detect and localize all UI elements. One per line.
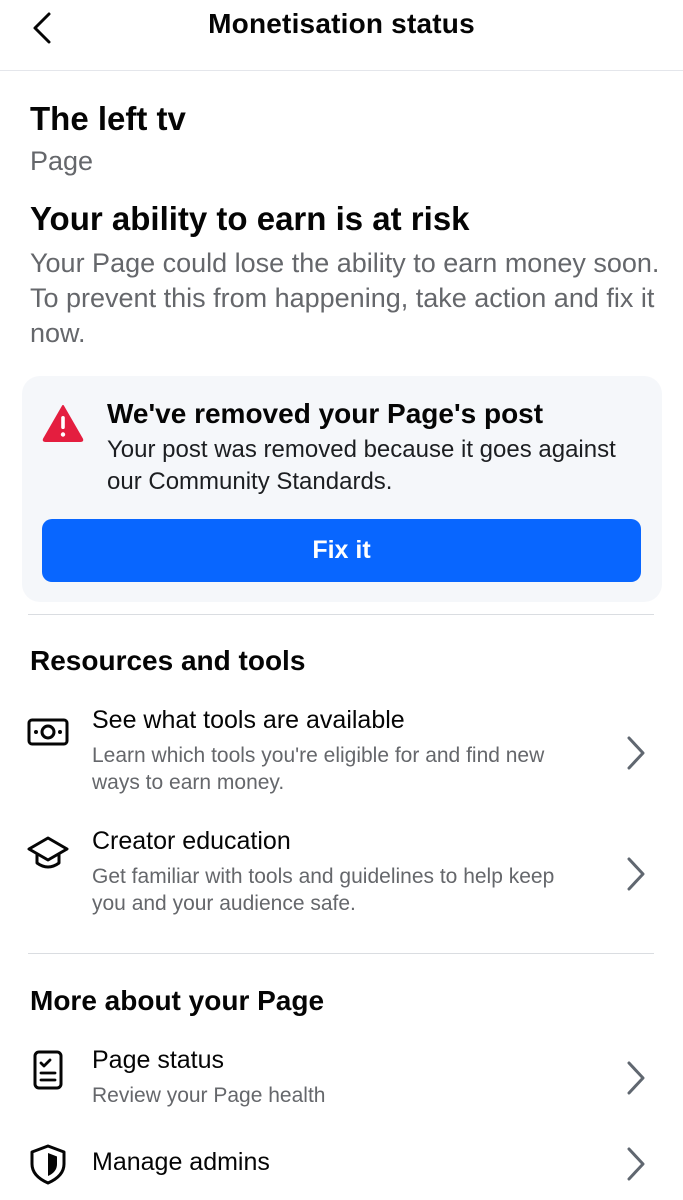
list-item-subtitle: Get familiar with tools and guidelines t… (92, 865, 555, 915)
graduation-cap-icon (27, 836, 69, 869)
alert-description: Your post was removed because it goes ag… (107, 436, 616, 495)
divider (28, 614, 654, 615)
chevron-right-icon (627, 736, 645, 770)
page-name: The left tv (30, 100, 186, 137)
risk-heading: Your ability to earn is at risk (30, 200, 470, 237)
alert-card: We've removed your Page's post Your post… (22, 376, 662, 602)
list-item-tools-available[interactable]: See what tools are available Learn which… (0, 700, 683, 805)
list-item-subtitle: Learn which tools you're eligible for an… (92, 744, 545, 794)
list-item-title: Page status (92, 1046, 225, 1074)
clipboard-checklist-icon (33, 1050, 63, 1090)
risk-description: Your Page could lose the ability to earn… (30, 248, 660, 348)
list-item-title: See what tools are available (92, 706, 405, 734)
list-item-creator-education[interactable]: Creator education Get familiar with tool… (0, 821, 683, 926)
list-item-title: Creator education (92, 827, 291, 855)
page-title: Monetisation status (208, 8, 475, 39)
list-item-manage-admins[interactable]: Manage admins (0, 1140, 683, 1200)
list-item-subtitle: Review your Page health (92, 1084, 326, 1107)
money-icon (27, 718, 69, 746)
fix-it-button[interactable]: Fix it (42, 519, 641, 582)
divider (28, 953, 654, 954)
alert-title: We've removed your Page's post (107, 398, 544, 429)
resources-section-title: Resources and tools (30, 645, 306, 676)
warning-triangle-icon (42, 405, 84, 442)
chevron-right-icon (627, 1061, 645, 1095)
chevron-right-icon (627, 857, 645, 891)
top-bar: Monetisation status (0, 0, 683, 71)
chevron-right-icon (627, 1147, 645, 1181)
page-type-label: Page (30, 146, 94, 176)
list-item-page-status[interactable]: Page status Review your Page health (0, 1040, 683, 1120)
more-section-title: More about your Page (30, 985, 325, 1016)
list-item-title: Manage admins (92, 1148, 270, 1176)
shield-icon (30, 1144, 66, 1185)
